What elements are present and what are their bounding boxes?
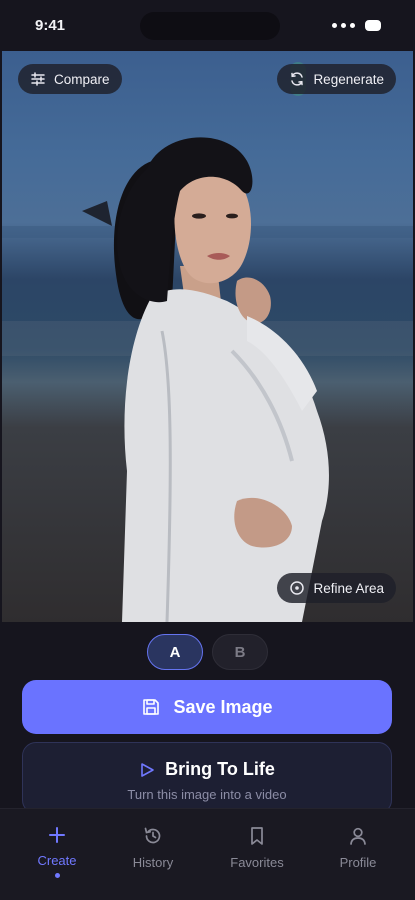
refine-area-label: Refine Area: [313, 580, 384, 596]
battery-icon: [365, 20, 381, 31]
bring-to-life-subtitle: Turn this image into a video: [127, 787, 287, 802]
refresh-icon: [291, 72, 304, 86]
variant-b-toggle[interactable]: B: [212, 634, 268, 670]
person-icon: [350, 827, 366, 845]
sliders-icon: [31, 72, 45, 86]
regenerate-label: Regenerate: [313, 71, 384, 87]
save-icon: [143, 699, 160, 715]
status-bar: 9:41: [0, 0, 415, 50]
target-icon: [290, 581, 305, 595]
bottom-nav: Create History Favorites Profile: [0, 808, 415, 900]
status-icons: [332, 20, 381, 31]
nav-label-history: History: [132, 855, 174, 870]
generated-image[interactable]: Compare Regenerate Refine Area: [2, 51, 413, 622]
play-icon: [141, 762, 154, 777]
nav-item-profile[interactable]: Profile: [318, 825, 398, 870]
nav-item-favorites[interactable]: Favorites: [217, 825, 297, 870]
variant-a-toggle[interactable]: A: [147, 634, 203, 670]
save-image-button[interactable]: Save Image: [22, 680, 392, 734]
nav-label-favorites: Favorites: [230, 855, 284, 870]
active-indicator: [54, 873, 60, 878]
refine-area-button[interactable]: Refine Area: [277, 573, 396, 603]
nav-label-profile: Profile: [339, 855, 377, 870]
app-screen: 9:41 Compare Regenerate Refine Area A B …: [0, 0, 415, 900]
plus-icon: [49, 827, 65, 843]
bring-to-life-label: Bring To Life: [165, 759, 275, 779]
regenerate-button[interactable]: Regenerate: [277, 64, 396, 94]
history-icon: [144, 827, 161, 844]
bring-to-life-title-row: Bring To Life: [23, 759, 391, 780]
portrait-illustration: [2, 137, 413, 622]
signal-dot-icon: [341, 23, 346, 28]
nav-item-history[interactable]: History: [113, 825, 193, 870]
signal-dot-icon: [350, 23, 355, 28]
dynamic-island: [140, 12, 280, 40]
status-time: 9:41: [35, 17, 66, 34]
bring-to-life-button[interactable]: Bring To Life Turn this image into a vid…: [22, 742, 392, 814]
bookmark-icon: [251, 827, 263, 845]
compare-button[interactable]: Compare: [18, 64, 122, 94]
save-image-label: Save Image: [173, 696, 273, 717]
nav-item-create[interactable]: Create: [17, 825, 97, 878]
nav-label-create: Create: [37, 853, 77, 868]
compare-label: Compare: [54, 71, 110, 87]
signal-dot-icon: [332, 23, 337, 28]
